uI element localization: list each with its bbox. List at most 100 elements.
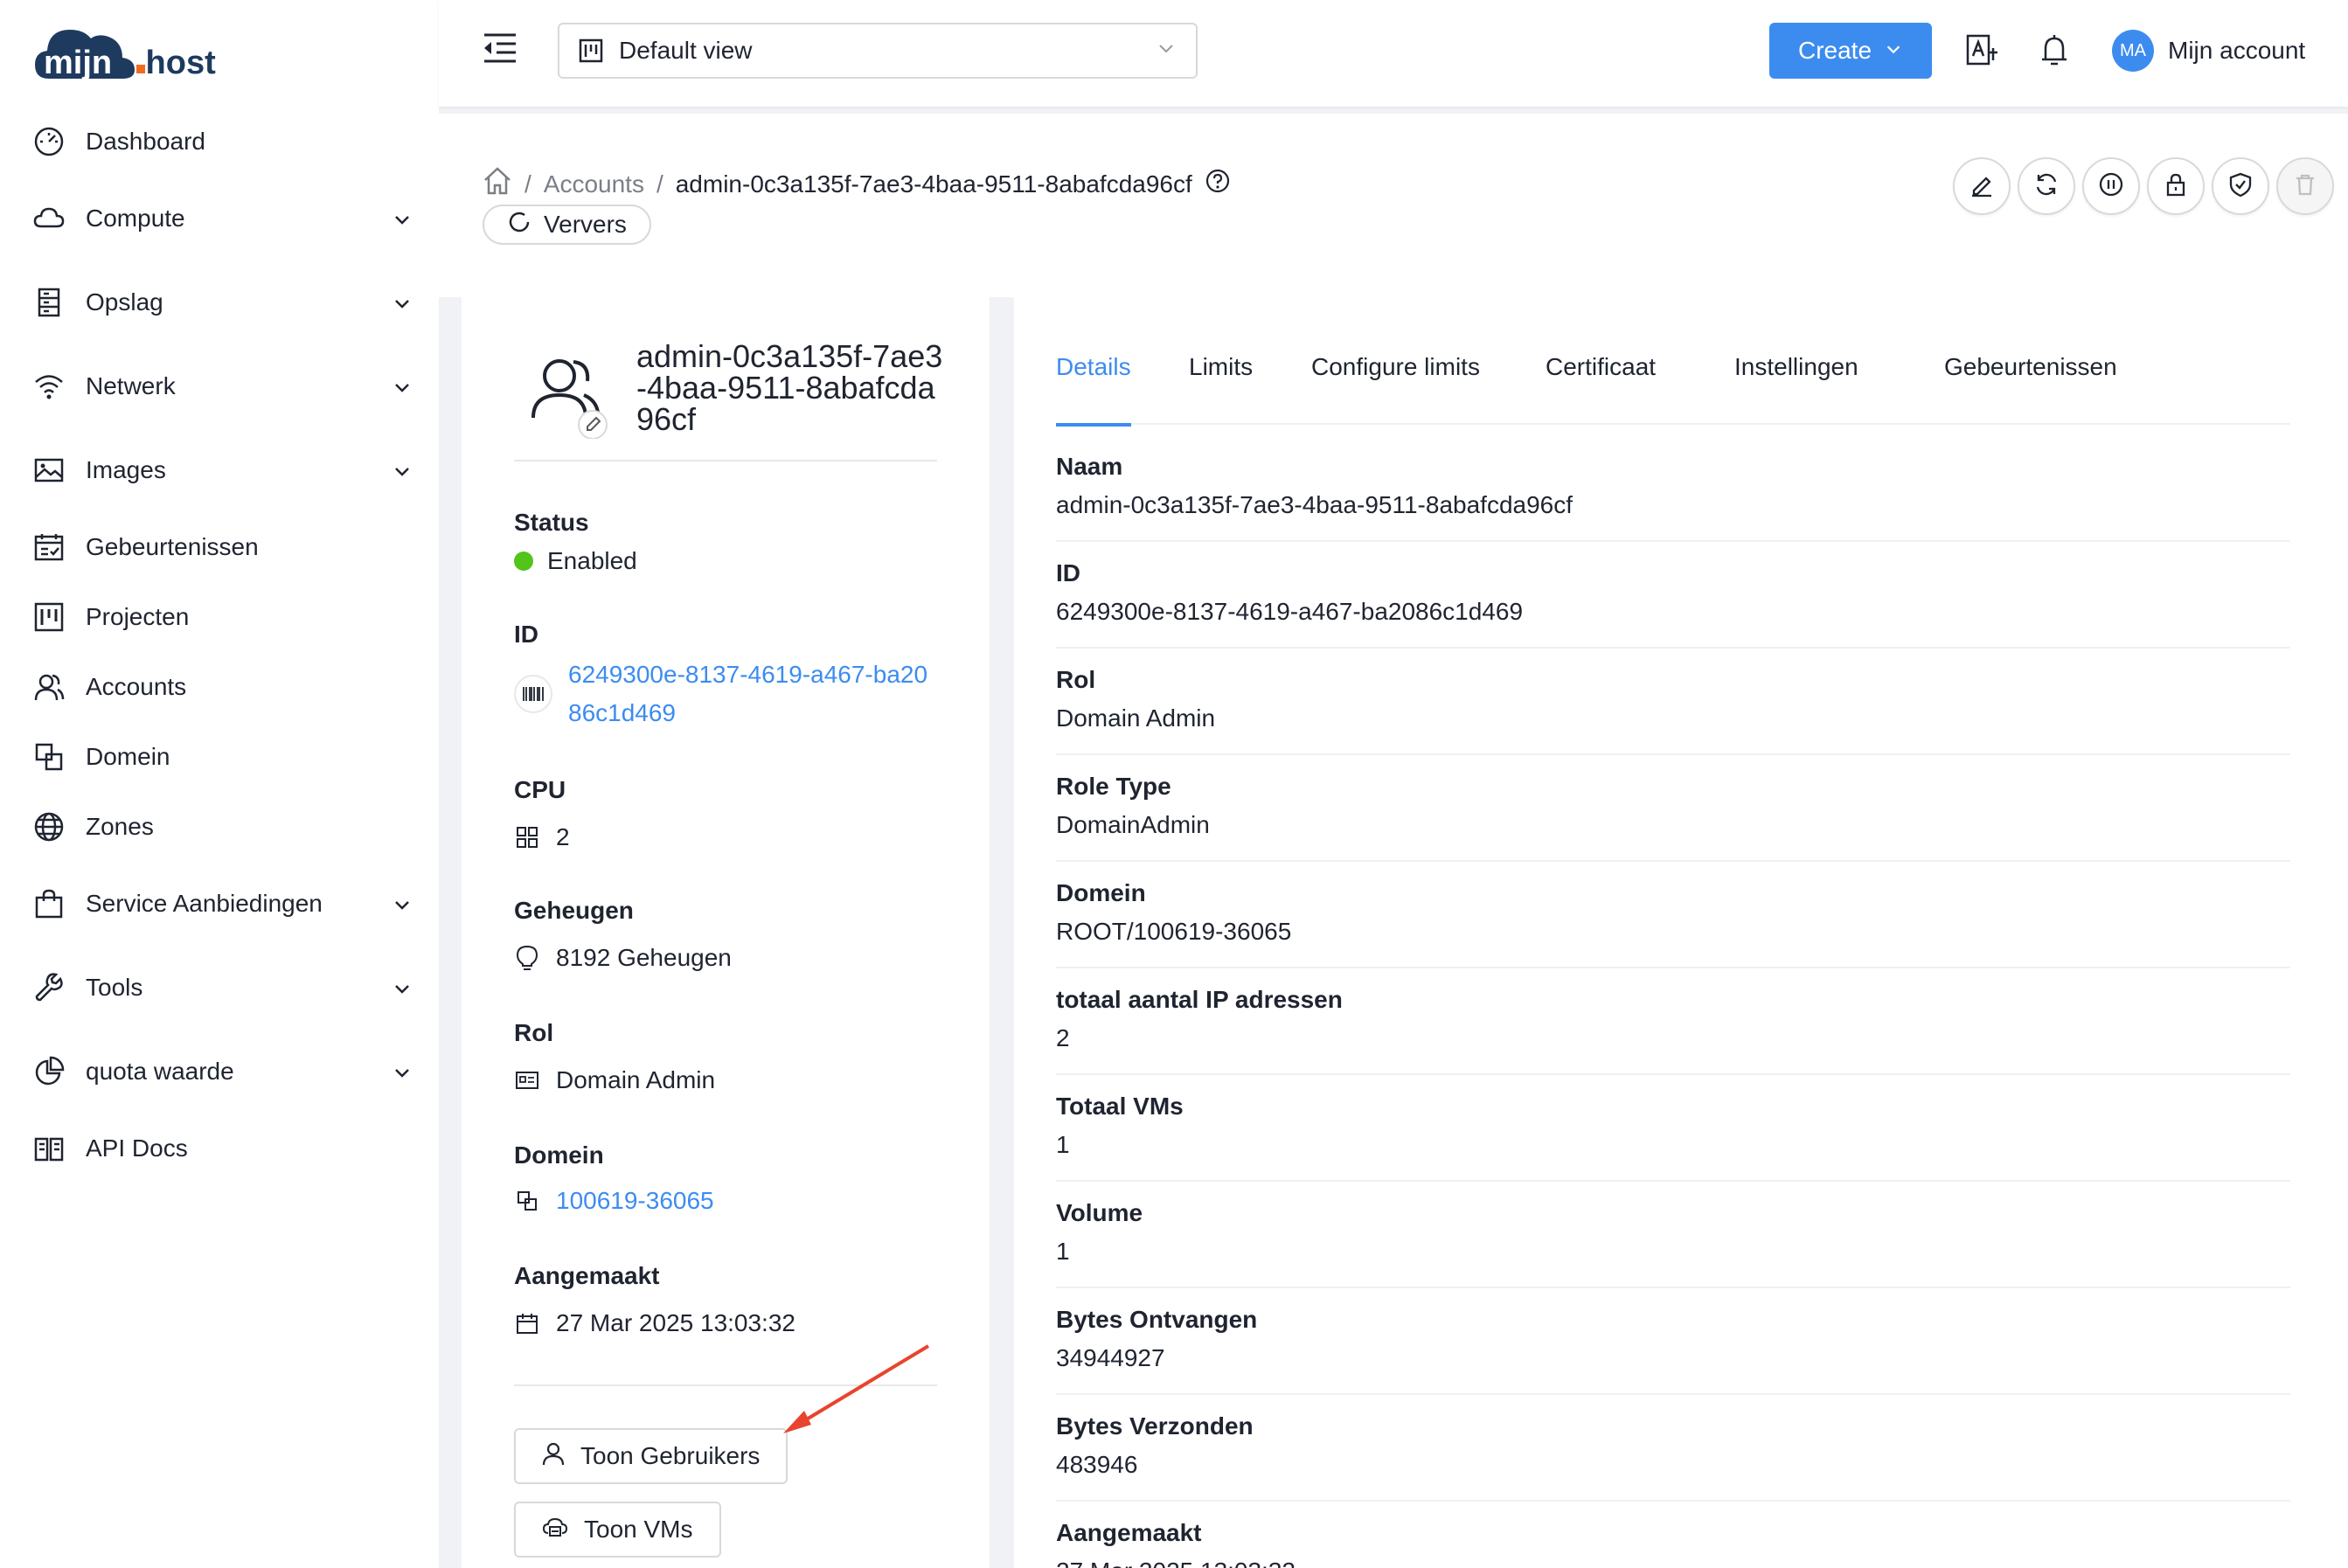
created-label: Aangemaakt	[514, 1262, 660, 1289]
sidebar-item-service-aanbiedingen[interactable]: Service Aanbiedingen	[31, 876, 413, 932]
cloud-server-icon	[542, 1516, 568, 1544]
breadcrumb-separator: /	[524, 170, 531, 198]
barcode-icon[interactable]	[514, 675, 552, 713]
detail-label: totaal aantal IP adressen	[1056, 986, 1343, 1013]
detail-label: Bytes Verzonden	[1056, 1412, 1254, 1440]
sidebar-item-zones[interactable]: Zones	[31, 799, 413, 855]
edit-button[interactable]	[1953, 157, 2011, 215]
detail-label: ID	[1056, 559, 1080, 586]
home-icon[interactable]	[483, 166, 512, 202]
logo-main: mijn	[44, 45, 112, 81]
sidebar-item-quota-waarde[interactable]: quota waarde	[31, 1044, 413, 1100]
sidebar-item-label: Domein	[86, 743, 170, 770]
sidebar-item-netwerk[interactable]: Netwerk	[31, 358, 413, 414]
bell-icon[interactable]	[2035, 31, 2074, 70]
sidebar-item-projecten[interactable]: Projecten	[31, 589, 413, 645]
chevron-down-icon	[392, 208, 413, 229]
translate-icon[interactable]	[1963, 31, 2002, 70]
safety-button[interactable]	[2212, 157, 2269, 215]
id-link[interactable]: 6249300e-8137-4619-a467-ba2086c1d469	[568, 656, 935, 732]
role-value: Domain Admin	[514, 1066, 715, 1094]
detail-value: 1	[1056, 1131, 1070, 1158]
detail-label: Totaal VMs	[1056, 1093, 1184, 1120]
tab-configure-limits[interactable]: Configure limits	[1311, 332, 1480, 425]
detail-row-rol: Rol Domain Admin	[1056, 649, 2290, 755]
sidebar-item-compute[interactable]: Compute	[31, 191, 413, 246]
sidebar-item-dashboard[interactable]: Dashboard	[31, 114, 413, 170]
detail-value: ROOT/100619-36065	[1056, 918, 1292, 945]
sidebar-item-label: Opslag	[86, 288, 163, 316]
status-label: Status	[514, 509, 589, 536]
dashboard-icon	[31, 124, 66, 159]
delete-icon	[2292, 171, 2318, 202]
account-menu[interactable]: MA Mijn account	[2112, 24, 2305, 77]
sidebar-item-label: quota waarde	[86, 1058, 234, 1085]
detail-value: admin-0c3a135f-7ae3-4baa-9511-8abafcda96…	[1056, 491, 1573, 518]
appstore-icon	[514, 824, 540, 850]
detail-value: 483946	[1056, 1451, 1138, 1478]
brand-logo[interactable]: mijn .host	[31, 17, 241, 96]
domain-value: 100619-36065	[514, 1187, 714, 1215]
detail-label: Role Type	[1056, 773, 1171, 800]
id-label: ID	[514, 621, 538, 648]
sidebar-item-api-docs[interactable]: API Docs	[31, 1120, 413, 1176]
sidebar-item-label: Images	[86, 456, 166, 483]
tab-certificaat[interactable]: Certificaat	[1546, 332, 1656, 425]
tab-details[interactable]: Details	[1056, 332, 1131, 427]
breadcrumb-accounts[interactable]: Accounts	[544, 170, 644, 198]
pause-button[interactable]	[2082, 157, 2140, 215]
menu-fold-icon[interactable]	[481, 31, 519, 66]
detail-value: 1	[1056, 1238, 1070, 1265]
detail-row-domein: Domein ROOT/100619-36065	[1056, 862, 2290, 968]
create-button[interactable]: Create	[1769, 23, 1932, 79]
detail-row-naam: Naam admin-0c3a135f-7ae3-4baa-9511-8abaf…	[1056, 435, 2290, 542]
cloud-icon	[31, 201, 66, 236]
refresh-button[interactable]: Ververs	[483, 205, 651, 245]
team-icon	[31, 670, 66, 704]
id-value: 6249300e-8137-4619-a467-ba2086c1d469	[514, 656, 935, 732]
chevron-down-icon	[392, 977, 413, 998]
sidebar-item-images[interactable]: Images	[31, 442, 413, 498]
sidebar-item-tools[interactable]: Tools	[31, 960, 413, 1016]
show-users-label: Toon Gebruikers	[580, 1442, 761, 1469]
tab-limits[interactable]: Limits	[1189, 332, 1253, 425]
divider	[514, 460, 937, 461]
question-circle-icon[interactable]	[1205, 168, 1231, 200]
cpu-label: CPU	[514, 776, 566, 803]
sidebar-item-gebeurtenissen[interactable]: Gebeurtenissen	[31, 519, 413, 575]
detail-value: 27 Mar 2025 13:03:32	[1056, 1558, 1296, 1568]
role-text: Domain Admin	[556, 1066, 716, 1093]
tab-gebeurtenissen[interactable]: Gebeurtenissen	[1944, 332, 2117, 425]
sidebar-item-label: Accounts	[86, 673, 187, 700]
detail-value: DomainAdmin	[1056, 811, 1210, 838]
user-icon	[542, 1441, 565, 1472]
sidebar-item-accounts[interactable]: Accounts	[31, 659, 413, 715]
domain-link[interactable]: 100619-36065	[556, 1187, 714, 1215]
detail-value: 2	[1056, 1024, 1070, 1051]
sync-button[interactable]	[2018, 157, 2075, 215]
delete-button[interactable]	[2276, 157, 2334, 215]
role-label: Rol	[514, 1019, 554, 1046]
logo-suffix: .host	[136, 45, 216, 81]
sidebar-item-label: Tools	[86, 974, 143, 1001]
lock-button[interactable]	[2147, 157, 2205, 215]
show-vms-button[interactable]: Toon VMs	[514, 1502, 721, 1558]
chevron-down-icon	[1156, 37, 1177, 65]
sidebar-item-domein[interactable]: Domein	[31, 729, 413, 785]
reload-icon	[507, 210, 531, 240]
detail-value: 6249300e-8137-4619-a467-ba2086c1d469	[1056, 598, 1524, 625]
shopping-icon	[31, 886, 66, 921]
domain-label: Domein	[514, 1141, 604, 1169]
sidebar-item-label: Compute	[86, 205, 185, 232]
view-select[interactable]: Default view	[558, 23, 1198, 79]
edit-icon	[1969, 171, 1995, 202]
show-users-button[interactable]: Toon Gebruikers	[514, 1428, 788, 1484]
idcard-icon	[514, 1067, 540, 1093]
cpu-value: 2	[514, 823, 570, 851]
detail-row-bytes-ontvangen: Bytes Ontvangen 34944927	[1056, 1288, 2290, 1395]
cpu-text: 2	[556, 823, 570, 850]
tab-instellingen[interactable]: Instellingen	[1734, 332, 1858, 425]
sidebar-item-opslag[interactable]: Opslag	[31, 274, 413, 330]
sidebar: mijn .host Dashboard Compute Opslag Netw…	[0, 0, 439, 1568]
page-header: / Accounts / admin-0c3a135f-7ae3-4baa-95…	[439, 114, 2348, 297]
